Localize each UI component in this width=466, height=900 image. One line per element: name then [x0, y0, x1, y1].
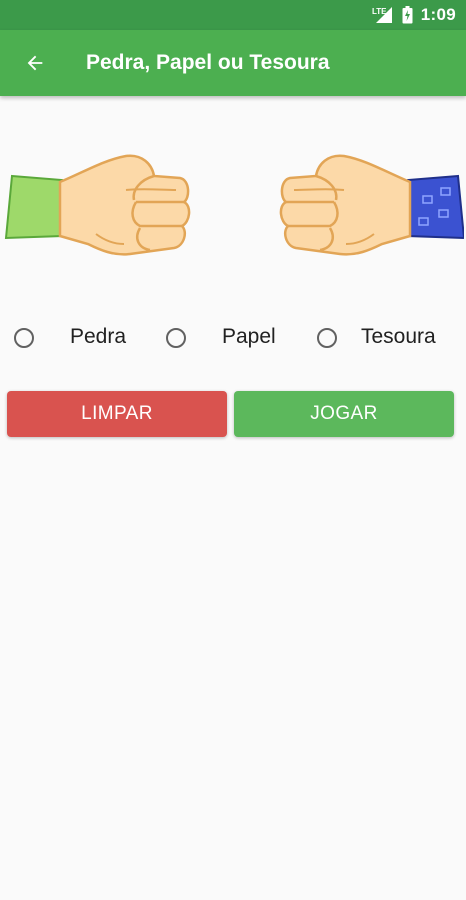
arrow-back-icon [27, 55, 43, 71]
battery-icon [402, 6, 413, 24]
radio-button[interactable] [317, 328, 337, 348]
radio-label-pedra[interactable]: Pedra [70, 325, 126, 349]
page-title: Pedra, Papel ou Tesoura [86, 51, 330, 74]
status-time: 1:09 [420, 5, 456, 24]
play-button[interactable]: JOGAR [234, 391, 454, 437]
status-bar: LTE 1:09 [0, 0, 466, 30]
app-bar: Pedra, Papel ou Tesoura [0, 30, 466, 96]
app-hand [278, 150, 466, 262]
radio-option-pedra[interactable] [14, 318, 34, 358]
radio-label-papel[interactable]: Papel [222, 325, 276, 349]
radio-button[interactable] [166, 328, 186, 348]
status-icons: LTE 1:09 [372, 0, 456, 30]
fist-icon [4, 154, 191, 256]
player-hand [4, 150, 194, 262]
fist-icon [279, 154, 466, 256]
radio-option-tesoura[interactable] [317, 318, 337, 358]
radio-label-tesoura[interactable]: Tesoura [361, 325, 436, 349]
choice-radio-group: Pedra Papel Tesoura [0, 318, 466, 358]
clear-button[interactable]: LIMPAR [7, 391, 227, 437]
back-button[interactable] [16, 44, 54, 82]
radio-button[interactable] [14, 328, 34, 348]
lte-signal-icon: LTE [372, 6, 394, 24]
radio-option-papel[interactable] [166, 318, 186, 358]
